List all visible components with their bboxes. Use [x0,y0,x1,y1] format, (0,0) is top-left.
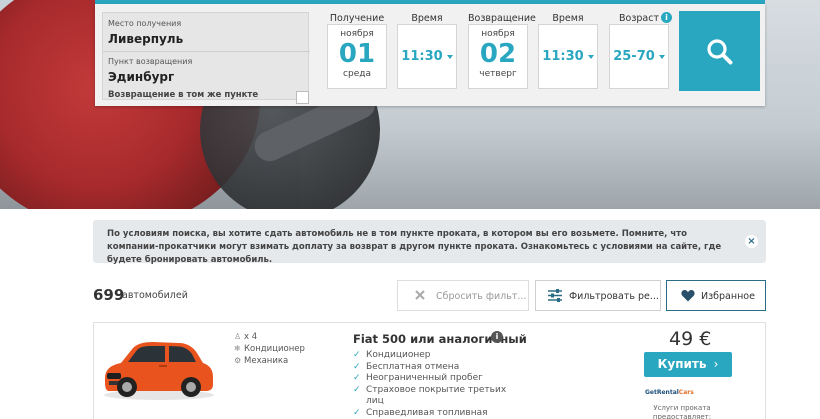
notice-banner: По условиям поиска, вы хотите сдать авто… [93,220,766,265]
return-time-label: Время [552,13,584,24]
reset-filters-button[interactable]: Сбросить фильт... [397,280,529,311]
favorites-button[interactable]: Избранное [666,280,766,311]
close-icon[interactable]: × [745,235,758,248]
supplier-note: Услуги проката предоставляет: [652,404,712,419]
location-box: Место получения Ливерпуль Пункт возвраще… [102,12,310,104]
result-count: 699 [93,286,125,304]
pickup-location-label: Место получения [108,19,182,28]
notice-text: По условиям поиска, вы хотите сдать авто… [107,229,722,265]
pickup-weekday: среда [343,69,371,79]
chevron-right-icon: › [713,357,719,371]
search-button[interactable] [679,11,760,91]
return-location-input[interactable]: Эдинбург [108,70,174,84]
feature-item: Справедливая топливная [353,408,506,419]
car-specs: ♙ x 4 ❄ Кондиционер ⚙ Механика [234,331,305,367]
return-location-label: Пункт возвращения [108,57,193,66]
same-location-label: Возвращение в том же пункте [108,90,259,100]
buy-label: Купить [657,357,707,371]
return-weekday: четверг [479,69,517,79]
snowflake-icon: ❄ [234,344,241,353]
pickup-date-picker[interactable]: ноября 01 среда [327,24,387,89]
pickup-time-value: 11:30 [401,49,443,64]
car-image[interactable] [99,335,217,401]
info-icon[interactable]: i [491,331,503,343]
gearbox-icon: ⚙ [234,356,242,365]
sliders-icon [548,289,562,302]
close-icon [415,290,425,300]
price: 49 € [669,328,712,350]
age-select[interactable]: 25-70 [609,24,669,89]
favorites-label: Избранное [701,291,755,302]
feature-list: Кондиционер Бесплатная отмена Неограниче… [353,350,506,419]
return-date-picker[interactable]: ноября 02 четверг [468,24,528,89]
search-panel: Место получения Ливерпуль Пункт возвраще… [95,4,765,106]
chevron-down-icon [446,54,453,59]
return-day: 02 [479,39,517,69]
buy-button[interactable]: Купить › [644,352,732,377]
feature-item: Бесплатная отмена [353,362,506,374]
chevron-down-icon [658,54,665,59]
info-icon[interactable]: i [661,12,672,23]
pickup-label: Получение [329,13,385,24]
person-icon: ♙ [234,332,242,341]
pickup-location-input[interactable]: Ливерпуль [108,32,183,46]
heart-icon [681,289,695,302]
pickup-month: ноября [340,29,374,39]
feature-item: Страховое покрытие третьих [353,385,506,397]
filter-label: Фильтровать ре... [569,291,659,302]
return-month: ноября [481,29,515,39]
return-time-value: 11:30 [542,49,584,64]
pickup-day: 01 [338,39,376,69]
reset-filters-label: Сбросить фильт... [436,291,527,302]
filter-button[interactable]: Фильтровать ре... [535,280,661,311]
spec-ac: Кондиционер [244,344,305,354]
feature-item: Кондиционер [353,350,506,362]
same-location-checkbox[interactable] [296,91,309,104]
pickup-time-select[interactable]: 11:30 [397,24,457,89]
spec-transmission: Механика [244,356,289,366]
return-label: Возвращение [468,13,536,24]
result-count-label: автомобилей [122,290,188,301]
chevron-down-icon [587,54,594,59]
age-value: 25-70 [613,49,655,64]
supplier-logo: GetRentalCars [645,389,694,396]
feature-item: Неограниченный пробег [353,373,506,385]
age-label: Возраст [619,13,659,24]
search-icon [707,39,733,65]
return-time-select[interactable]: 11:30 [538,24,598,89]
seats-value: x 4 [244,332,258,342]
pickup-time-label: Время [411,13,443,24]
feature-item-continued: лиц [366,396,384,406]
car-offer-card: ♙ x 4 ❄ Кондиционер ⚙ Механика Fiat 500 или… [93,322,766,419]
